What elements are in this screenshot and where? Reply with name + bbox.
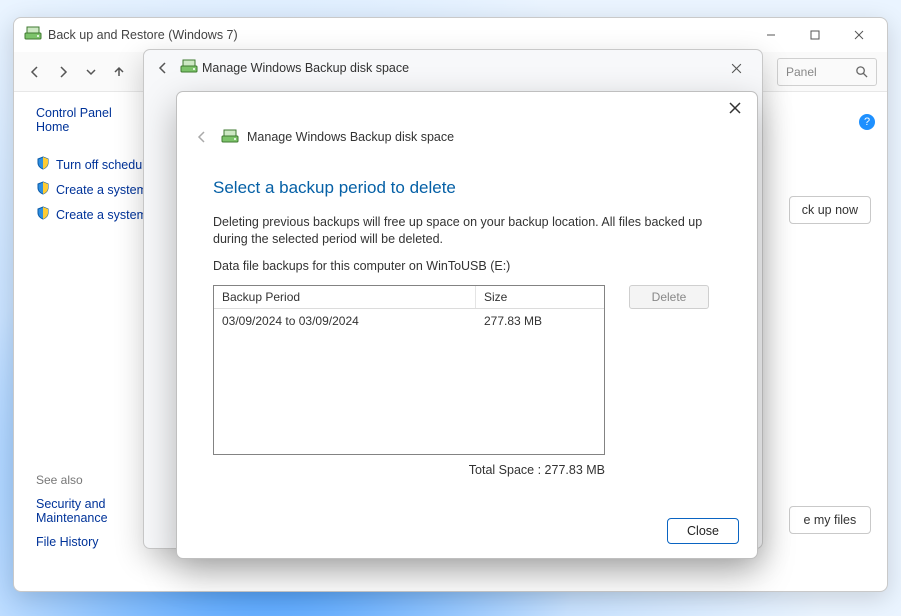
search-input[interactable]: Panel [777,58,877,86]
select-backup-period-dialog: Manage Windows Backup disk space Select … [176,91,758,559]
maximize-button[interactable] [793,21,837,49]
dialog-header: Manage Windows Backup disk space [177,124,757,148]
create-system-image-link[interactable]: Create a system image [36,181,144,198]
dialog-footer: Close [177,508,757,558]
right-fragment-buttons: ck up now e my files [789,196,871,534]
left-nav-pane: Control Panel Home Turn off schedule Cre… [14,92,152,583]
minimize-button[interactable] [749,21,793,49]
nav-back-button[interactable] [24,61,46,83]
total-space-label: Total Space : 277.83 MB [213,463,605,477]
dialog-title: Manage Windows Backup disk space [247,130,454,144]
nav-history-dropdown[interactable] [80,61,102,83]
window-title: Back up and Restore (Windows 7) [48,28,749,42]
list-item[interactable]: 03/09/2024 to 03/09/2024 277.83 MB [214,309,604,333]
search-placeholder: Panel [786,65,817,79]
delete-button[interactable]: Delete [629,285,709,309]
window-title: Manage Windows Backup disk space [202,61,409,75]
help-icon[interactable]: ? [859,114,875,130]
backup-source-line: Data file backups for this computer on W… [213,258,721,275]
shield-icon [36,181,50,198]
shield-icon [36,156,50,173]
nav-back-button[interactable] [191,126,213,148]
titlebar: Manage Windows Backup disk space [144,50,762,86]
dialog-titlebar [177,92,757,124]
cell-period: 03/09/2024 to 03/09/2024 [214,309,476,333]
column-size: Size [476,286,604,308]
back-up-now-button[interactable]: ck up now [789,196,871,224]
nav-back-button[interactable] [152,57,174,79]
window-system-buttons [749,21,881,49]
close-button[interactable] [719,95,751,121]
turn-off-schedule-link[interactable]: Turn off schedule [36,156,144,173]
create-system-repair-link[interactable]: Create a system repair disc [36,206,144,223]
backup-period-list[interactable]: Backup Period Size 03/09/2024 to 03/09/2… [213,285,605,455]
list-header: Backup Period Size [214,286,604,309]
cell-size: 277.83 MB [476,309,604,333]
file-history-link[interactable]: File History [36,535,144,549]
close-button[interactable] [837,21,881,49]
dialog-description: Deleting previous backups will free up s… [213,214,721,248]
shield-icon [36,206,50,223]
drive-icon [24,25,42,46]
nav-forward-button[interactable] [52,61,74,83]
close-dialog-button[interactable]: Close [667,518,739,544]
see-also-label: See also [36,473,144,487]
drive-icon [221,128,239,147]
titlebar: Back up and Restore (Windows 7) [14,18,887,52]
dialog-heading: Select a backup period to delete [213,178,721,198]
restore-my-files-button[interactable]: e my files [789,506,871,534]
security-and-maintenance-link[interactable]: Security and Maintenance [36,497,144,525]
control-panel-home-link[interactable]: Control Panel Home [36,106,144,134]
drive-icon [180,58,198,79]
close-button[interactable] [718,54,754,82]
column-backup-period: Backup Period [214,286,476,308]
nav-up-button[interactable] [108,61,130,83]
